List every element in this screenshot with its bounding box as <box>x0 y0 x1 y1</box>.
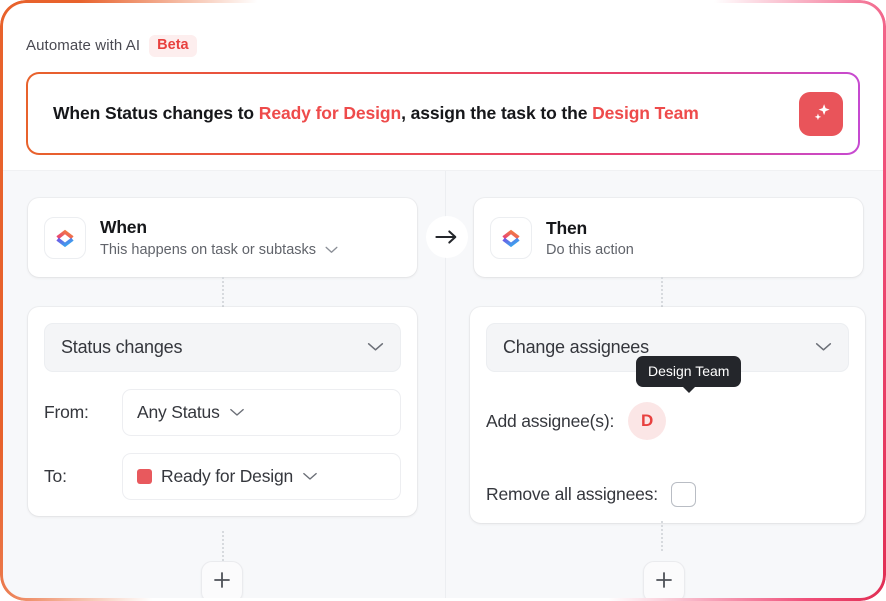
automation-builder-app: Automate with AI Beta When Status change… <box>0 0 886 601</box>
add-assignees-label: Add assignee(s): <box>486 410 615 431</box>
ai-prompt-banner[interactable]: When Status changes to Ready for Design,… <box>26 72 860 155</box>
plus-icon <box>213 571 231 594</box>
remove-all-assignees-row: Remove all assignees: <box>486 482 849 507</box>
connector-when-top <box>222 277 224 307</box>
when-column: When This happens on task or subtasks St… <box>0 171 443 601</box>
sparkle-icon <box>810 101 833 127</box>
ai-prompt-segment-2: , assign the task to the <box>401 103 593 124</box>
then-column: Then Do this action Change assignees Add… <box>446 171 886 601</box>
chevron-down-icon[interactable] <box>815 339 832 357</box>
page-title-row: Automate with AI Beta <box>26 35 197 57</box>
assignee-tooltip: Design Team <box>636 356 742 387</box>
then-subtitle-row: Do this action <box>546 242 634 258</box>
to-status-select[interactable]: Ready for Design <box>122 453 401 500</box>
flow-canvas: When This happens on task or subtasks St… <box>0 171 886 601</box>
from-status-select[interactable]: Any Status <box>122 389 401 436</box>
header-section: Automate with AI Beta When Status change… <box>0 0 886 171</box>
ai-prompt-inner: When Status changes to Ready for Design,… <box>28 74 858 153</box>
then-title: Then <box>546 217 588 238</box>
connector-then-bottom <box>661 521 663 551</box>
when-condition-card: Status changes From: Any Status To: Read… <box>28 307 417 516</box>
add-trigger-button[interactable] <box>201 561 243 601</box>
generate-with-ai-button[interactable] <box>799 91 843 136</box>
then-header-texts: Then Do this action <box>546 218 634 258</box>
chevron-down-icon[interactable] <box>325 241 338 259</box>
connector-then-top <box>661 277 663 307</box>
connector-when-bottom <box>222 531 224 561</box>
when-header-texts: When This happens on task or subtasks <box>100 217 338 259</box>
status-color-swatch-icon <box>137 469 152 484</box>
ai-prompt-segment-3: Design Team <box>592 103 699 124</box>
assignee-avatar[interactable]: D <box>628 402 667 440</box>
to-label: To: <box>44 466 67 486</box>
ai-prompt-segment-1: Ready for Design <box>258 103 402 124</box>
then-subtitle: Do this action <box>546 241 634 258</box>
beta-badge: Beta <box>149 35 197 57</box>
remove-all-assignees-label: Remove all assignees: <box>486 484 658 504</box>
from-label: From: <box>44 402 89 422</box>
chevron-down-icon[interactable] <box>367 339 384 357</box>
trigger-select-label: Status changes <box>61 337 183 357</box>
ai-prompt-segment-0: When Status changes to <box>53 103 259 124</box>
plus-icon <box>655 571 673 594</box>
chevron-down-icon[interactable] <box>302 468 318 486</box>
page-title: Automate with AI <box>26 37 141 55</box>
chevron-down-icon[interactable] <box>229 404 245 422</box>
when-title: When <box>100 216 147 237</box>
to-status-row: To: Ready for Design <box>44 453 401 500</box>
remove-all-assignees-checkbox[interactable] <box>670 482 696 507</box>
clickup-logo-icon <box>44 216 86 259</box>
from-status-row: From: Any Status <box>44 389 401 436</box>
trigger-select[interactable]: Status changes <box>44 323 401 372</box>
then-action-card: Change assignees Add assignee(s): D Desi… <box>470 307 865 523</box>
add-assignees-row: Add assignee(s): D Design Team <box>486 356 849 440</box>
flow-arrow-icon <box>426 216 468 258</box>
when-subtitle: This happens on task or subtasks <box>100 241 317 258</box>
when-subtitle-row[interactable]: This happens on task or subtasks <box>100 241 338 259</box>
then-header-card[interactable]: Then Do this action <box>474 198 863 277</box>
to-status-value: Ready for Design <box>161 466 294 486</box>
from-status-value: Any Status <box>137 402 220 422</box>
add-action-button[interactable] <box>643 561 685 601</box>
ai-prompt-text[interactable]: When Status changes to Ready for Design,… <box>53 102 785 125</box>
when-header-card[interactable]: When This happens on task or subtasks <box>28 198 417 277</box>
clickup-logo-icon <box>490 216 532 259</box>
action-select-label: Change assignees <box>503 337 649 357</box>
